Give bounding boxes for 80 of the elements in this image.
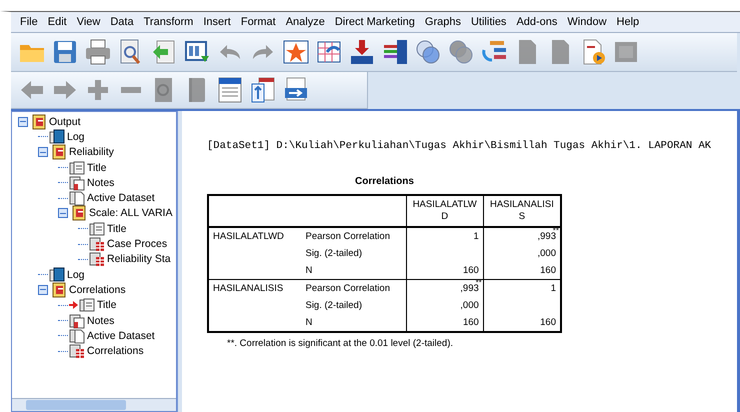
dataset-icon bbox=[69, 190, 85, 206]
menu-item[interactable]: Data bbox=[105, 16, 139, 28]
outline-item[interactable]: Case Proces bbox=[107, 238, 168, 250]
outline-item[interactable]: Title bbox=[97, 299, 116, 312]
table-icon bbox=[69, 343, 85, 360]
outline-item[interactable]: Correlations bbox=[69, 284, 126, 296]
collapse-toggle-icon[interactable] bbox=[18, 116, 28, 127]
table-icon bbox=[89, 236, 105, 252]
outline-item[interactable]: Log bbox=[67, 130, 85, 143]
menu-item[interactable]: View bbox=[72, 16, 106, 28]
menu-item[interactable]: Graphs bbox=[420, 16, 466, 28]
column-header: HASILALATLWD bbox=[406, 195, 484, 227]
outline-item[interactable]: Notes bbox=[87, 176, 114, 189]
table-icon bbox=[89, 251, 105, 268]
menu-item[interactable]: Add-ons bbox=[511, 16, 562, 28]
row-header: HASILALATLWD bbox=[213, 231, 284, 242]
row-header: HASILANALISIS bbox=[213, 283, 284, 294]
table-cell: ,993 bbox=[460, 283, 479, 294]
table-cell: 1 bbox=[550, 283, 556, 294]
statistic-label: Pearson Correlation bbox=[305, 231, 390, 242]
menu-item[interactable]: File bbox=[15, 16, 43, 28]
table-cell: 160 bbox=[540, 265, 556, 276]
circles-icon[interactable] bbox=[414, 38, 442, 66]
output-book-icon bbox=[71, 205, 87, 222]
table-cell: 160 bbox=[462, 265, 479, 276]
footnote-text: **. Correlation is significant at the 0.01 level (2-tailed). bbox=[226, 338, 454, 349]
menu-item[interactable]: Analyze bbox=[280, 16, 330, 28]
collapse-toggle-icon[interactable] bbox=[58, 208, 68, 218]
menu-item[interactable]: Insert bbox=[198, 16, 236, 28]
columns-icon[interactable] bbox=[381, 38, 409, 66]
outline-item[interactable]: Title bbox=[87, 162, 106, 174]
menu-item[interactable]: Window bbox=[562, 16, 612, 28]
notes-icon bbox=[69, 174, 85, 191]
document-arrows-icon[interactable] bbox=[249, 76, 277, 104]
table-cell: ,993 bbox=[538, 231, 556, 242]
printer-icon[interactable] bbox=[84, 38, 112, 66]
statistic-label: N bbox=[305, 265, 312, 276]
outline-item[interactable]: Correlations bbox=[87, 345, 144, 358]
table-cell: 1 bbox=[474, 231, 479, 242]
title-icon bbox=[79, 297, 95, 314]
statistic-label: Sig. (2-tailed) bbox=[305, 300, 362, 311]
table-cell: ,000 bbox=[538, 248, 556, 259]
title-icon bbox=[69, 160, 85, 176]
outline-item[interactable]: Output bbox=[49, 116, 81, 128]
outline-item[interactable]: Notes bbox=[87, 314, 114, 326]
table-cell: 160 bbox=[462, 317, 479, 328]
log-icon bbox=[49, 266, 65, 283]
notes-icon bbox=[69, 312, 85, 329]
outline-item[interactable]: Title bbox=[107, 222, 126, 235]
dataset-icon bbox=[69, 328, 85, 344]
output-book-icon bbox=[31, 114, 47, 130]
output-book-icon bbox=[51, 144, 67, 160]
menu-item[interactable]: Format bbox=[236, 16, 281, 28]
log-icon bbox=[49, 128, 65, 145]
outline-item[interactable]: Reliability bbox=[69, 146, 114, 158]
statistic-label: Sig. (2-tailed) bbox=[305, 248, 362, 259]
menu-item[interactable]: Help bbox=[612, 16, 644, 28]
outline-item[interactable]: Log bbox=[67, 268, 85, 281]
list-icon[interactable] bbox=[216, 76, 244, 104]
menu-item[interactable]: Direct Marketing bbox=[330, 16, 420, 28]
menu-item[interactable]: Utilities bbox=[466, 16, 512, 28]
insert-down-icon[interactable] bbox=[348, 38, 376, 66]
horizontal-scrollbar[interactable] bbox=[12, 398, 176, 411]
column-header: HASILANALISIS bbox=[483, 195, 561, 227]
statistic-label: N bbox=[305, 317, 312, 328]
outline-item[interactable]: Active Dataset bbox=[87, 192, 155, 204]
outline-item[interactable]: Reliability Sta bbox=[107, 253, 171, 266]
collapse-toggle-icon[interactable] bbox=[38, 284, 48, 295]
table-cell: 160 bbox=[540, 317, 556, 328]
output-book-icon bbox=[51, 282, 67, 298]
menu-item[interactable]: Transform bbox=[138, 16, 198, 28]
dataset-path-text: [DataSet1] D:\Kuliah\Perkuliahan\Tugas Akhir\Bismillah Tugas Akhir\1. LAPORAN AK bbox=[207, 140, 712, 152]
table-cell: ,000 bbox=[460, 300, 479, 311]
statistic-label: Pearson Correlation bbox=[305, 283, 390, 294]
outline-item[interactable]: Scale: ALL VARIA bbox=[89, 207, 172, 220]
title-icon bbox=[89, 220, 105, 237]
menu-item[interactable]: Edit bbox=[42, 16, 72, 28]
table-title: Correlations bbox=[354, 176, 415, 187]
outline-item[interactable]: Active Dataset bbox=[87, 330, 155, 342]
collapse-toggle-icon[interactable] bbox=[38, 147, 48, 158]
